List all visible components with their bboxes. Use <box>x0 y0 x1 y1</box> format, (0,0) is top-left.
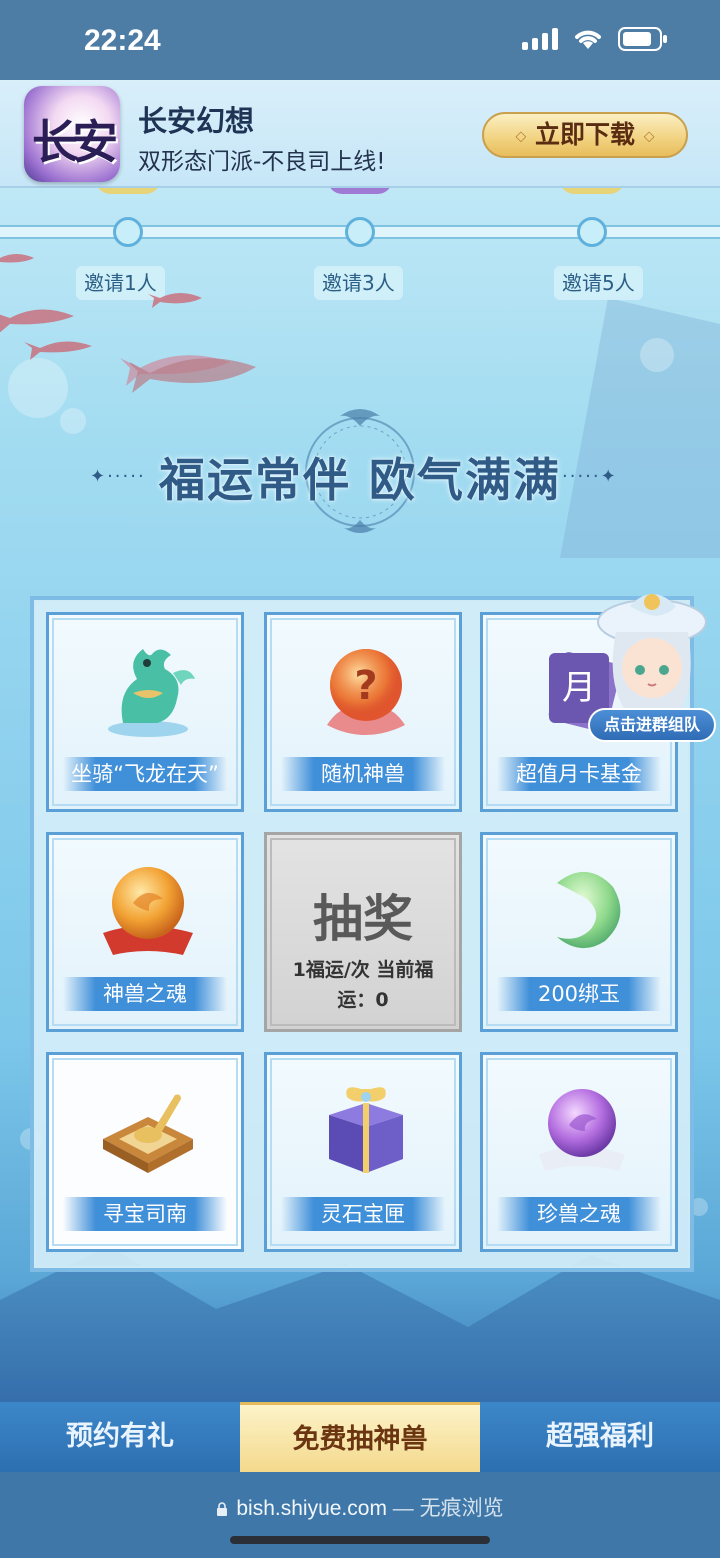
diamond-deco-icon: ◇ <box>643 128 655 145</box>
prize-cell[interactable]: 200绑玉 <box>480 832 678 1032</box>
app-icon[interactable]: 长安 <box>24 86 120 182</box>
prize-label: 随机神兽 <box>281 757 445 791</box>
progress-node <box>577 217 607 247</box>
prize-label: 坐骑“飞龙在天” <box>63 757 227 791</box>
prize-cell[interactable]: 寻宝司南 <box>46 1052 244 1252</box>
invite-milestone-3[interactable]: 邀请3人 <box>314 266 403 300</box>
section-title-block: ✦····· 福运常伴 欧气满满 ·····✦ <box>0 402 720 542</box>
draw-button[interactable]: 抽奖 1福运/次 当前福 运：0 <box>264 832 462 1032</box>
draw-cost-line: 1福运/次 当前福 <box>292 959 434 981</box>
invite-milestone-5[interactable]: 邀请5人 <box>554 266 643 300</box>
wifi-icon <box>572 27 604 51</box>
prize-label: 超值月卡基金 <box>497 757 661 791</box>
url-domain: bish.shiyue.com <box>236 1497 387 1520</box>
bottom-tab-bar: 预约有礼 免费抽神兽 超强福利 <box>0 1402 720 1472</box>
tab-super-benefits[interactable]: 超强福利 <box>480 1402 720 1472</box>
diamond-deco-icon: ◇ <box>515 128 527 145</box>
app-icon-logo-text: 长安 <box>32 115 118 169</box>
big-fish-decoration <box>130 358 256 393</box>
prize-cell[interactable]: 灵石宝匣 <box>264 1052 462 1252</box>
draw-title: 抽奖 <box>313 889 413 948</box>
prize-label: 珍兽之魂 <box>497 1197 661 1231</box>
prize-label: 神兽之魂 <box>63 977 227 1011</box>
draw-cost-info: 1福运/次 当前福 运：0 <box>277 955 449 1015</box>
reward-icon-stub <box>328 188 392 194</box>
join-group-button[interactable]: 点击进群组队 <box>588 708 716 742</box>
status-icons <box>522 26 668 52</box>
prize-cell[interactable]: 坐骑“飞龙在天” <box>46 612 244 812</box>
compass-spoon-icon <box>103 1094 193 1173</box>
status-bar: 22:24 <box>0 0 720 80</box>
reward-icon-stub <box>96 188 160 194</box>
tab-reservation[interactable]: 预约有礼 <box>0 1402 240 1472</box>
mystery-orb-icon: ? <box>327 649 405 735</box>
purple-orb-icon <box>539 1089 625 1171</box>
private-browsing-label: — 无痕浏览 <box>386 1497 504 1520</box>
tab-free-draw[interactable]: 免费抽神兽 <box>240 1402 480 1472</box>
prize-label: 200绑玉 <box>497 977 661 1011</box>
cellular-signal-icon <box>522 28 558 50</box>
app-description: 双形态门派-不良司上线! <box>138 149 386 175</box>
download-button-label: 立即下载 <box>534 120 635 149</box>
battery-icon <box>618 26 668 52</box>
progress-node <box>345 217 375 247</box>
app-name: 长安幻想 <box>138 104 255 138</box>
status-time: 22:24 <box>84 24 161 57</box>
download-button[interactable]: ◇ 立即下载 ◇ <box>482 112 688 158</box>
svg-text:?: ? <box>354 663 377 709</box>
prize-label: 寻宝司南 <box>63 1197 227 1231</box>
lock-icon <box>217 1502 228 1516</box>
prize-cell[interactable]: ? 随机神兽 <box>264 612 462 812</box>
prize-cell[interactable]: 神兽之魂 <box>46 832 244 1032</box>
jade-icon <box>557 871 621 949</box>
app-download-banner[interactable]: 长安 长安幻想 双形态门派-不良司上线! ◇ 立即下载 ◇ <box>0 80 720 188</box>
draw-fortune-line: 运：0 <box>337 989 389 1011</box>
bubble <box>640 338 674 372</box>
reward-icon-stub <box>560 188 624 194</box>
gift-box-icon <box>329 1087 403 1173</box>
title-right-ornament: ·····✦ <box>562 466 618 487</box>
event-main-area: 邀请1人 邀请3人 邀请5人 ✦····· 福运常伴 欧气满满 ·····✦ 坐… <box>0 188 720 1402</box>
browser-address-bar[interactable]: bish.shiyue.com — 无痕浏览 <box>0 1472 720 1558</box>
prize-cell[interactable]: 珍兽之魂 <box>480 1052 678 1252</box>
prize-label: 灵石宝匣 <box>281 1197 445 1231</box>
dragon-mount-icon <box>108 649 195 737</box>
url-display[interactable]: bish.shiyue.com — 无痕浏览 <box>0 1492 720 1522</box>
golden-orb-icon <box>103 867 193 955</box>
home-indicator[interactable] <box>230 1536 490 1544</box>
